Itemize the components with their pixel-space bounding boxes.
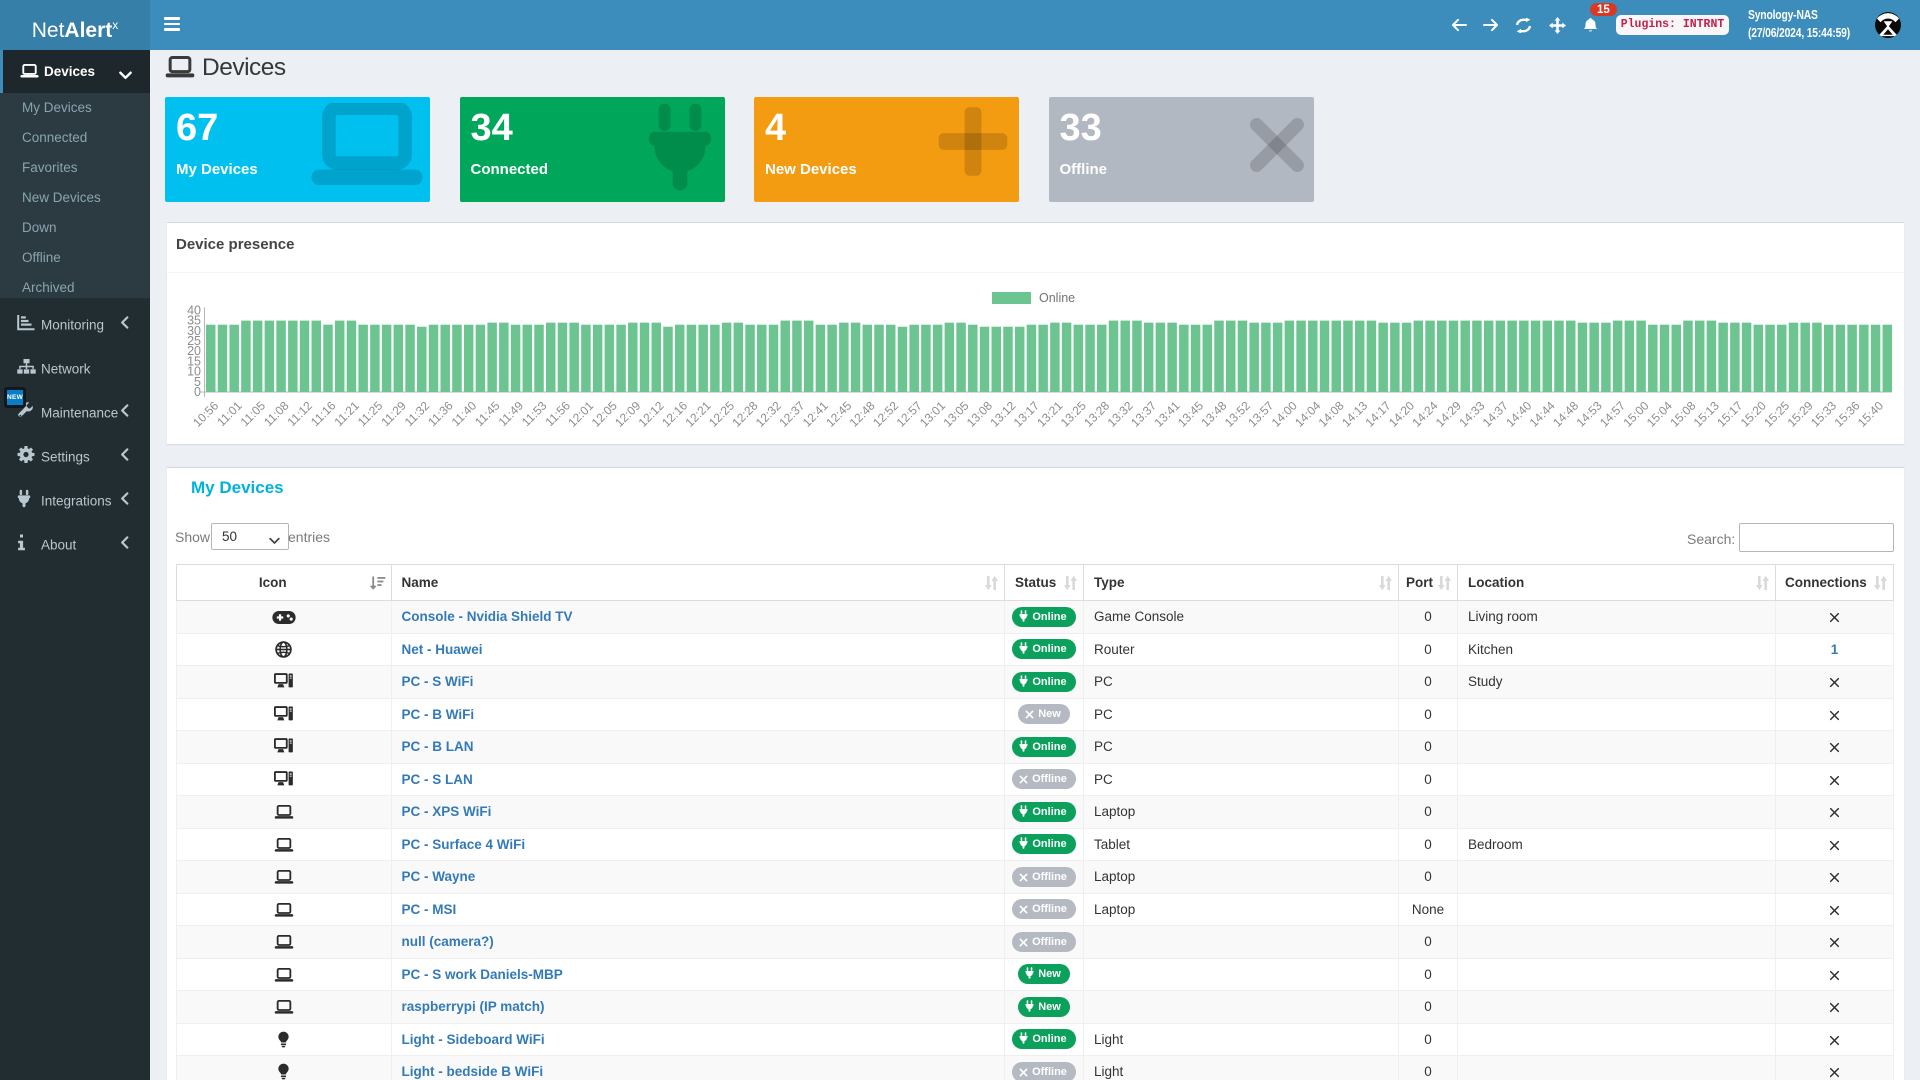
svg-text:14:40: 14:40	[1503, 398, 1534, 429]
svg-text:11:40: 11:40	[449, 398, 480, 429]
svg-text:12:21: 12:21	[683, 398, 714, 429]
svg-text:12:52: 12:52	[870, 398, 901, 429]
svg-text:13:01: 13:01	[917, 398, 948, 429]
svg-text:14:24: 14:24	[1409, 398, 1440, 429]
svg-text:12:41: 12:41	[800, 398, 831, 429]
svg-text:13:57: 13:57	[1245, 398, 1276, 429]
svg-text:12:28: 12:28	[729, 398, 760, 429]
svg-text:15:25: 15:25	[1761, 398, 1792, 429]
svg-text:12:32: 12:32	[753, 398, 784, 429]
svg-text:15:00: 15:00	[1620, 398, 1651, 429]
svg-text:12:57: 12:57	[894, 398, 925, 429]
svg-text:11:53: 11:53	[519, 398, 550, 429]
svg-text:13:17: 13:17	[1011, 398, 1042, 429]
svg-text:15:17: 15:17	[1714, 398, 1745, 429]
svg-text:13:28: 13:28	[1081, 398, 1112, 429]
svg-text:14:48: 14:48	[1550, 398, 1581, 429]
svg-text:14:44: 14:44	[1527, 398, 1558, 429]
svg-text:14:13: 14:13	[1339, 398, 1370, 429]
svg-text:15:33: 15:33	[1808, 398, 1839, 429]
svg-text:13:37: 13:37	[1128, 398, 1159, 429]
svg-text:12:12: 12:12	[636, 398, 667, 429]
svg-text:13:41: 13:41	[1151, 398, 1182, 429]
svg-text:14:04: 14:04	[1292, 398, 1323, 429]
svg-text:14:20: 14:20	[1386, 398, 1417, 429]
svg-text:11:25: 11:25	[355, 398, 386, 429]
svg-text:14:57: 14:57	[1597, 398, 1628, 429]
svg-text:12:09: 12:09	[612, 398, 643, 429]
svg-text:15:40: 15:40	[1855, 398, 1886, 429]
svg-text:14:53: 14:53	[1574, 398, 1605, 429]
svg-text:11:36: 11:36	[425, 398, 456, 429]
svg-text:13:05: 13:05	[940, 398, 971, 429]
svg-text:13:52: 13:52	[1222, 398, 1253, 429]
svg-text:11:45: 11:45	[472, 398, 503, 429]
svg-text:13:48: 13:48	[1198, 398, 1229, 429]
svg-text:11:32: 11:32	[402, 398, 433, 429]
svg-text:14:17: 14:17	[1363, 398, 1394, 429]
svg-text:14:37: 14:37	[1480, 398, 1511, 429]
svg-text:13:12: 13:12	[987, 398, 1018, 429]
svg-text:14:29: 14:29	[1433, 398, 1464, 429]
svg-text:15:36: 15:36	[1831, 398, 1862, 429]
svg-text:15:04: 15:04	[1644, 398, 1675, 429]
svg-text:15:20: 15:20	[1738, 398, 1769, 429]
svg-text:12:16: 12:16	[659, 398, 690, 429]
svg-text:11:21: 11:21	[331, 398, 362, 429]
svg-text:12:37: 12:37	[776, 398, 807, 429]
svg-text:15:13: 15:13	[1691, 398, 1722, 429]
svg-text:11:05: 11:05	[238, 398, 269, 429]
svg-text:11:49: 11:49	[496, 398, 527, 429]
svg-text:12:48: 12:48	[847, 398, 878, 429]
svg-text:13:08: 13:08	[964, 398, 995, 429]
svg-text:13:32: 13:32	[1105, 398, 1136, 429]
svg-text:13:21: 13:21	[1034, 398, 1065, 429]
svg-text:11:16: 11:16	[308, 398, 339, 429]
svg-text:15:29: 15:29	[1785, 398, 1816, 429]
svg-text:40: 40	[187, 303, 201, 317]
svg-text:14:08: 14:08	[1316, 398, 1347, 429]
svg-text:15:08: 15:08	[1667, 398, 1698, 429]
svg-text:14:00: 14:00	[1269, 398, 1300, 429]
svg-text:10:56: 10:56	[190, 398, 221, 429]
svg-text:12:05: 12:05	[589, 398, 620, 429]
svg-text:13:25: 13:25	[1058, 398, 1089, 429]
svg-text:14:33: 14:33	[1456, 398, 1487, 429]
svg-text:11:08: 11:08	[261, 398, 292, 429]
svg-text:12:45: 12:45	[823, 398, 854, 429]
svg-text:12:25: 12:25	[706, 398, 737, 429]
svg-text:11:29: 11:29	[378, 398, 409, 429]
svg-text:11:01: 11:01	[214, 398, 245, 429]
svg-text:11:12: 11:12	[285, 398, 316, 429]
svg-text:13:45: 13:45	[1175, 398, 1206, 429]
svg-text:12:01: 12:01	[565, 398, 596, 429]
